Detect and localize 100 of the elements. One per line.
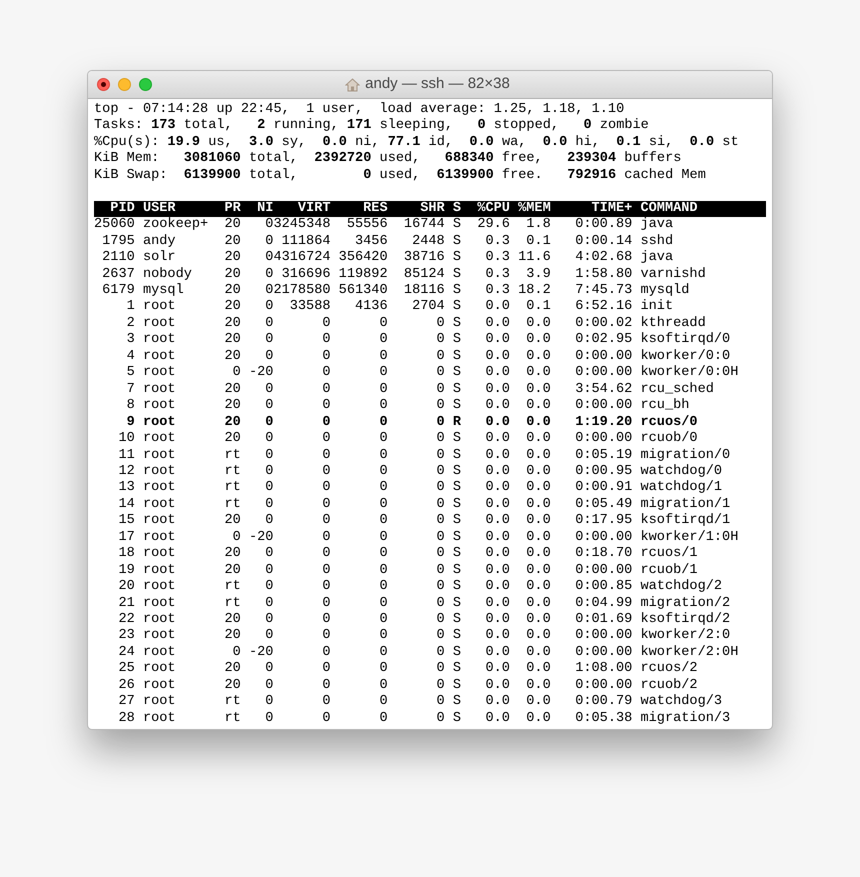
table-cell-text: rt: [223, 464, 241, 480]
table-cell-text: watchdog/1: [639, 480, 724, 497]
table-cell-text: 0.0: [484, 596, 510, 612]
table-cell-text: 0: [436, 678, 445, 694]
table-cell-text: S: [452, 496, 462, 514]
table-cell-text: 25: [117, 661, 135, 678]
table-cell-text: 0: [264, 464, 274, 480]
table-cell-text: rcuob/2: [639, 678, 699, 694]
table-cell-text: 7: [126, 382, 135, 398]
table-cell-text: 27: [117, 694, 135, 711]
table-cell-text: root: [142, 316, 177, 332]
table-cell-text: 119892: [338, 266, 388, 283]
column-header: S: [452, 200, 462, 218]
table-cell-text: root: [142, 546, 177, 563]
table-cell-text: root: [142, 628, 177, 645]
table-cell-text: -20: [248, 365, 274, 382]
table-cell-text: 0: [378, 365, 388, 382]
table-cell-text: root: [142, 398, 177, 415]
table-cell-text: sshd: [639, 234, 674, 250]
table-cell-text: 0: [378, 431, 388, 448]
table-cell-text: 0: [378, 644, 388, 662]
table-cell-text: S: [452, 234, 462, 250]
table-cell-text: 0:00.89: [574, 217, 632, 234]
table-cell-text: root: [142, 661, 177, 678]
table-cell-text: 0:01.69: [574, 612, 632, 628]
table-cell-text: 0: [264, 562, 274, 580]
table-cell-text: 0: [436, 496, 445, 514]
table-cell-text: 2448: [411, 234, 445, 250]
table-cell: 3245348: [273, 217, 331, 234]
table-cell-text: 0: [264, 448, 274, 464]
table-cell-text: 0.0: [484, 628, 510, 645]
table-cell-text: 0.1: [525, 299, 551, 316]
table-cell-text: 0.0: [484, 546, 510, 563]
table-cell-text: 20: [223, 299, 241, 316]
table-cell-text: 1: [126, 299, 135, 316]
table-cell-text: 21: [117, 596, 135, 612]
table-cell-text: 0.0: [484, 530, 510, 546]
table-cell-text: ksoftirqd/2: [639, 612, 732, 628]
table-cell-text: nobody: [142, 266, 193, 283]
table-cell-text: 0.0: [484, 431, 510, 448]
table-cell-text: 0: [264, 414, 274, 432]
table-cell-text: 0: [321, 496, 331, 514]
table-cell-text: migration/2: [639, 596, 732, 612]
zoom-button[interactable]: [139, 78, 152, 91]
table-cell-text: 0: [321, 546, 331, 563]
table-cell-text: 0.0: [484, 299, 510, 316]
table-cell-text: solr: [142, 250, 177, 267]
column-header: PR: [223, 200, 241, 218]
table-cell-text: root: [142, 612, 177, 628]
table-cell-text: 0:00.00: [574, 628, 632, 645]
table-cell-text: 9: [126, 414, 135, 432]
table-cell-text: 0: [232, 644, 241, 662]
table-cell-text: 0: [321, 661, 331, 678]
table-cell-text: 0.0: [484, 448, 510, 464]
table-cell-text: 0: [264, 382, 274, 398]
table-cell-text: S: [452, 628, 462, 645]
table-cell-text: S: [452, 348, 462, 366]
table-cell-text: 3:54.62: [574, 382, 632, 398]
table-cell-text: S: [452, 332, 462, 349]
table-cell-text: S: [452, 710, 462, 728]
table-cell-text: 38716: [402, 250, 445, 267]
table-cell-text: root: [142, 365, 177, 382]
table-cell-text: 3: [126, 332, 135, 349]
table-cell-text: 0.0: [484, 612, 510, 628]
table-cell-text: 1:08.00: [574, 661, 632, 678]
table-cell-text: rt: [223, 710, 241, 728]
table-cell-text: root: [142, 431, 177, 448]
table-cell-text: 24: [117, 644, 135, 662]
table-cell-text: 0: [264, 266, 274, 283]
table-cell-text: kthreadd: [639, 316, 707, 332]
table-cell-text: java: [639, 250, 674, 267]
table-cell-text: 20: [223, 217, 241, 234]
table-cell-text: 0: [436, 480, 445, 497]
table-cell-text: S: [452, 266, 462, 283]
table-cell-text: 0: [436, 448, 445, 464]
table-cell-text: 0: [436, 332, 445, 349]
table-cell-text: 0.0: [484, 579, 510, 596]
table-cell-text: migration/3: [639, 710, 732, 728]
minimize-button[interactable]: [118, 78, 131, 91]
table-cell-text: 0: [264, 661, 274, 678]
table-cell-text: 0: [378, 382, 388, 398]
table-cell-text: 0: [436, 398, 445, 415]
column-header: COMMAND: [639, 200, 699, 217]
column-header: NI: [256, 200, 274, 218]
table-cell-text: 0: [436, 596, 445, 612]
table-cell-text: zookeep+: [142, 217, 210, 234]
table-cell-text: 0: [436, 628, 445, 645]
table-cell-text: 0: [378, 661, 388, 678]
table-cell-text: 29.6: [476, 217, 510, 234]
table-cell-text: S: [452, 546, 462, 563]
close-button[interactable]: [97, 78, 110, 91]
table-cell-text: 0: [436, 612, 445, 628]
table-cell-text: 0: [264, 612, 274, 628]
table-cell-text: 0.0: [525, 678, 551, 694]
table-cell-text: migration/0: [639, 448, 732, 464]
table-cell-text: 0.0: [525, 562, 551, 580]
table-cell-text: 0:00.95: [574, 464, 632, 480]
table-cell-text: rt: [223, 448, 241, 464]
table-cell-text: 0.3: [484, 282, 510, 300]
table-cell-text: 0: [378, 348, 388, 366]
